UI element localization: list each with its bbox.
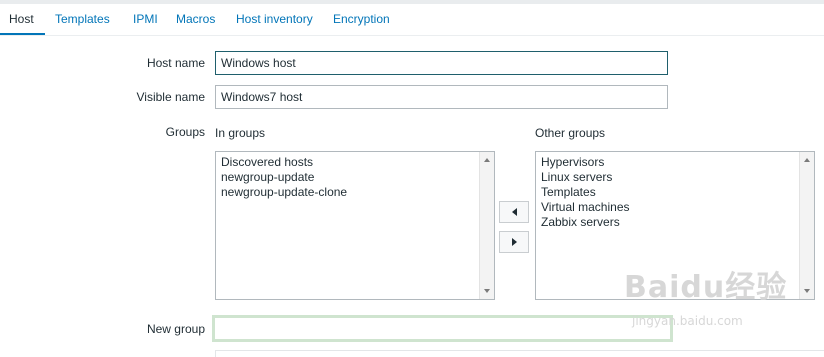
scroll-up-icon[interactable] bbox=[804, 158, 810, 162]
list-item[interactable]: newgroup-update bbox=[221, 170, 489, 185]
active-tab-indicator bbox=[0, 33, 45, 35]
tab-host-inventory[interactable]: Host inventory bbox=[236, 4, 313, 35]
watermark-url: jingyan.baidu.com bbox=[632, 314, 743, 328]
other-groups-label: Other groups bbox=[535, 126, 606, 140]
next-field-edge bbox=[215, 350, 824, 357]
list-item[interactable]: Discovered hosts bbox=[221, 155, 489, 170]
scroll-down-icon[interactable] bbox=[484, 289, 490, 293]
new-group-input[interactable] bbox=[212, 315, 673, 342]
move-to-in-groups-button[interactable] bbox=[499, 201, 529, 223]
visible-name-input[interactable]: Windows7 host bbox=[215, 85, 668, 109]
scrollbar[interactable] bbox=[479, 152, 494, 299]
scroll-down-icon[interactable] bbox=[804, 289, 810, 293]
tab-ipmi[interactable]: IPMI bbox=[133, 4, 158, 35]
visible-name-label: Visible name bbox=[136, 90, 205, 104]
host-name-label: Host name bbox=[146, 56, 205, 70]
list-item[interactable]: Virtual machines bbox=[541, 200, 809, 215]
move-to-other-groups-button[interactable] bbox=[499, 231, 529, 253]
host-name-input[interactable]: Windows host bbox=[215, 51, 668, 75]
in-groups-listbox[interactable]: Discovered hosts newgroup-update newgrou… bbox=[215, 151, 495, 300]
tab-encryption[interactable]: Encryption bbox=[333, 4, 390, 35]
list-item[interactable]: newgroup-update-clone bbox=[221, 185, 489, 200]
scrollbar[interactable] bbox=[799, 152, 814, 299]
tab-host[interactable]: Host bbox=[9, 4, 34, 35]
in-groups-label: In groups bbox=[215, 126, 266, 140]
groups-label: Groups bbox=[165, 125, 205, 139]
list-item[interactable]: Linux servers bbox=[541, 170, 809, 185]
arrow-left-icon bbox=[512, 208, 517, 216]
list-item[interactable]: Zabbix servers bbox=[541, 215, 809, 230]
new-group-label: New group bbox=[146, 322, 205, 336]
arrow-right-icon bbox=[512, 238, 517, 246]
scroll-up-icon[interactable] bbox=[484, 158, 490, 162]
tab-bar: Host Templates IPMI Macros Host inventor… bbox=[0, 4, 824, 36]
list-item[interactable]: Templates bbox=[541, 185, 809, 200]
tab-templates[interactable]: Templates bbox=[55, 4, 110, 35]
watermark: Baidu经验 jingyan.baidu.com bbox=[624, 262, 788, 328]
tab-macros[interactable]: Macros bbox=[176, 4, 215, 35]
list-item[interactable]: Hypervisors bbox=[541, 155, 809, 170]
watermark-main: Baidu经验 bbox=[624, 270, 788, 305]
